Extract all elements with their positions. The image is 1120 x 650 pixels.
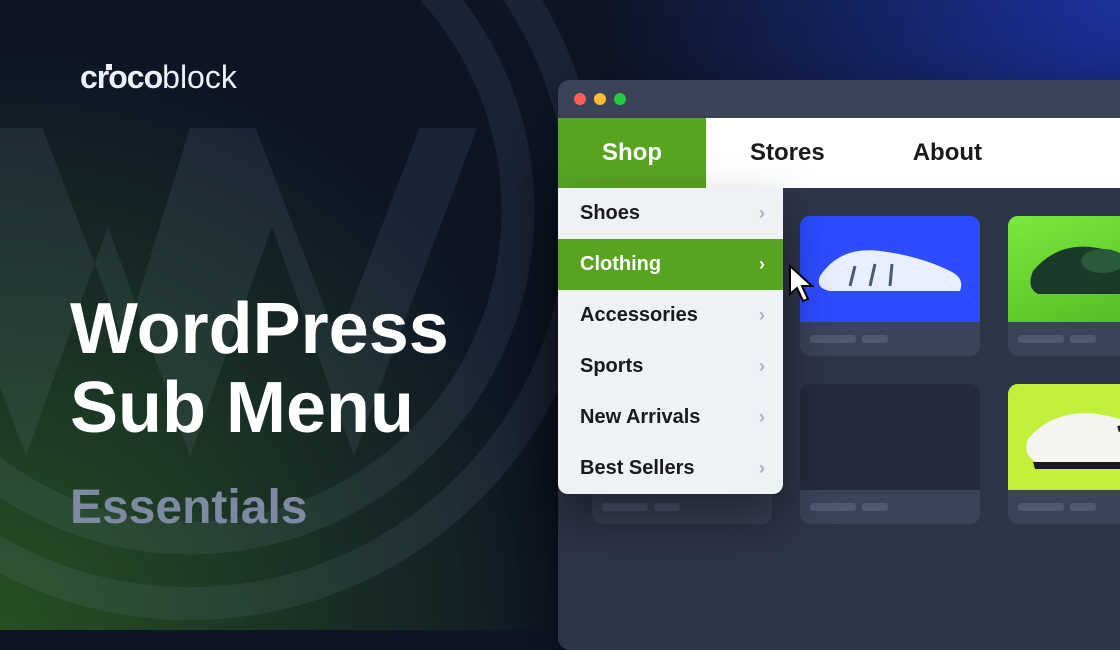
tab-about[interactable]: About [869,118,1026,188]
headline: WordPress Sub Menu [70,290,449,448]
submenu-item-best-sellers[interactable]: Best Sellers › [558,443,783,494]
submenu-label: Accessories [580,304,698,327]
menu-bar: Shop Stores About [558,118,1120,188]
headline-line-2: Sub Menu [70,369,449,448]
tab-shop[interactable]: Shop [558,118,706,188]
product-card[interactable] [800,216,980,356]
window-chrome [558,80,1120,118]
maximize-icon[interactable] [614,93,626,105]
headline-line-1: WordPress [70,290,449,369]
svg-text:crocoblock: crocoblock [80,59,238,95]
submenu-label: Best Sellers [580,457,695,480]
product-card[interactable] [1008,384,1120,524]
submenu-item-new-arrivals[interactable]: New Arrivals › [558,392,783,443]
submenu-item-shoes[interactable]: Shoes › [558,188,783,239]
tab-stores[interactable]: Stores [706,118,869,188]
chevron-right-icon: › [759,458,765,479]
submenu-label: Sports [580,355,643,378]
chevron-right-icon: › [759,305,765,326]
chevron-right-icon: › [759,407,765,428]
close-icon[interactable] [574,93,586,105]
minimize-icon[interactable] [594,93,606,105]
submenu-item-sports[interactable]: Sports › [558,341,783,392]
product-card[interactable] [800,384,980,524]
submenu-label: New Arrivals [580,406,700,429]
chevron-right-icon: › [759,356,765,377]
submenu-item-clothing[interactable]: Clothing › [558,239,783,290]
brand-logo: crocoblock [80,58,280,98]
product-card[interactable] [1008,216,1120,356]
submenu-dropdown: Shoes › Clothing › Accessories › Sports … [558,188,783,494]
submenu-label: Clothing [580,253,661,276]
chevron-right-icon: › [759,203,765,224]
subtitle: Essentials [70,480,307,535]
chevron-right-icon: › [759,254,765,275]
submenu-item-accessories[interactable]: Accessories › [558,290,783,341]
submenu-label: Shoes [580,202,640,225]
